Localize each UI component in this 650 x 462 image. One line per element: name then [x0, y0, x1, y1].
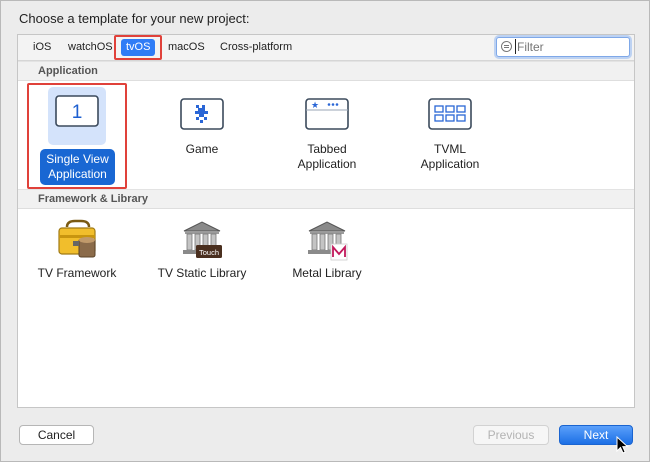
- library-building-icon: Touch: [183, 221, 222, 258]
- template-label-single-view[interactable]: Single View Application: [40, 149, 115, 185]
- platform-tabbar: iOS watchOS tvOS macOS Cross-platform: [18, 35, 634, 61]
- svg-text:★: ★: [311, 101, 319, 111]
- template-panel: iOS watchOS tvOS macOS Cross-platform Ap…: [17, 34, 635, 408]
- tab-macos[interactable]: macOS: [163, 39, 210, 56]
- template-tv-static-library[interactable]: Touch TV Static Library: [156, 219, 248, 281]
- tab-ios[interactable]: iOS: [28, 39, 56, 56]
- section-header-framework-library: Framework & Library: [18, 189, 634, 209]
- cancel-button[interactable]: Cancel: [19, 425, 94, 445]
- single-view-badge: 1: [72, 102, 83, 123]
- dialog-heading: Choose a template for your new project:: [19, 11, 250, 26]
- filter-field[interactable]: [496, 37, 630, 57]
- section-header-application: Application: [18, 61, 634, 81]
- template-label-metal-library: Metal Library: [292, 266, 362, 280]
- filter-icon: [501, 41, 512, 52]
- game-icon: [180, 98, 224, 130]
- template-single-view-application[interactable]: 1: [31, 95, 123, 127]
- template-metal-library[interactable]: Metal Library: [281, 219, 373, 281]
- library-badge: Touch: [199, 248, 219, 257]
- template-tabbed-application[interactable]: ★ Tabbed Application: [281, 98, 373, 172]
- template-label-tvml: TVML Application: [420, 142, 480, 171]
- template-label-tabbed: Tabbed Application: [297, 142, 357, 171]
- tabbed-icon: ★: [305, 98, 349, 130]
- single-view-icon: 1: [55, 95, 99, 127]
- template-label-tv-static-library: TV Static Library: [157, 266, 247, 280]
- new-project-dialog: Choose a template for your new project: …: [0, 0, 650, 462]
- filter-input[interactable]: [515, 39, 625, 54]
- previous-button[interactable]: Previous: [473, 425, 549, 445]
- tab-cross-platform[interactable]: Cross-platform: [215, 39, 297, 56]
- mouse-pointer-icon: [616, 436, 629, 454]
- toolbox-icon: [58, 219, 96, 258]
- template-label-tv-framework: TV Framework: [37, 266, 117, 280]
- metal-library-icon: [308, 221, 348, 261]
- tab-watchos[interactable]: watchOS: [63, 39, 118, 56]
- template-game[interactable]: Game: [156, 98, 248, 157]
- template-tvml-application[interactable]: TVML Application: [404, 98, 496, 172]
- tab-highlight-box: [114, 35, 162, 60]
- template-label-game: Game: [185, 142, 219, 156]
- template-tv-framework[interactable]: TV Framework: [31, 219, 123, 281]
- tvml-icon: [428, 98, 472, 130]
